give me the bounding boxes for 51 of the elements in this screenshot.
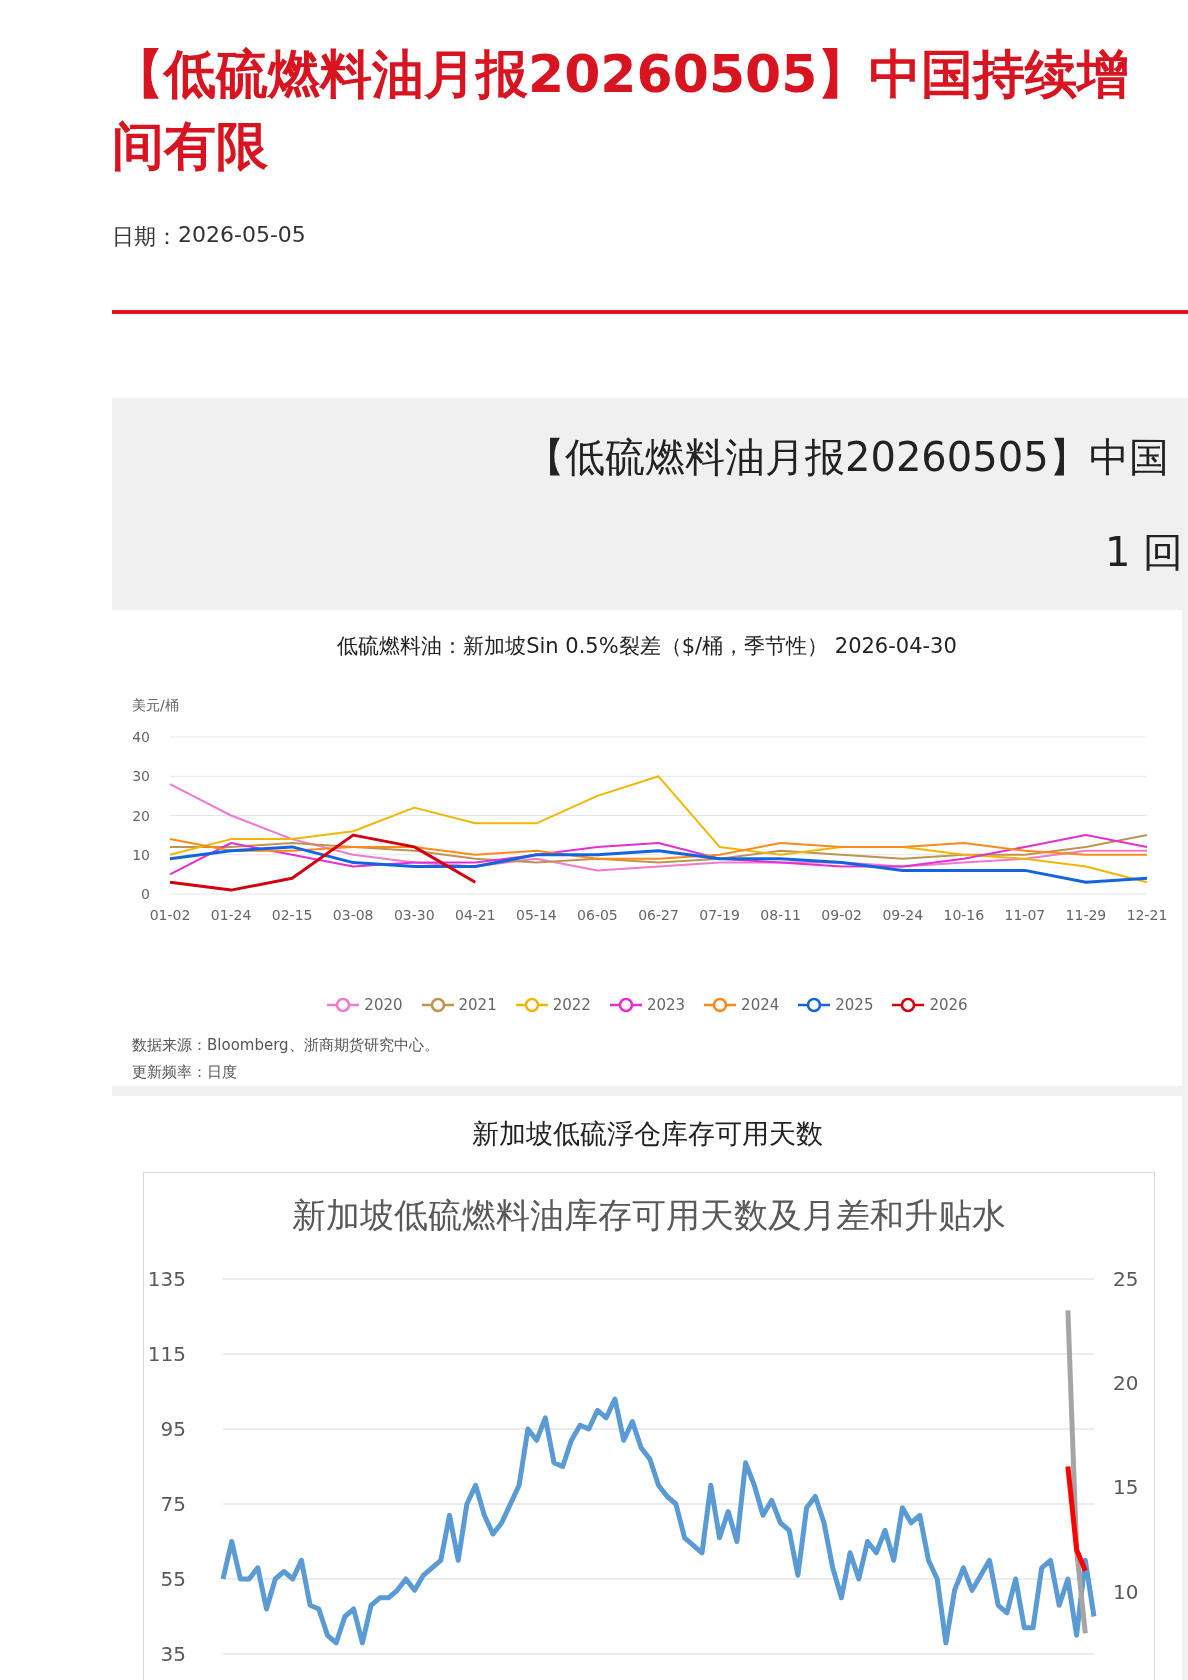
axis-tick: 06-27 (638, 907, 679, 923)
chart-caption: 新加坡低硫浮仓库存可用天数 (470, 1117, 824, 1151)
axis-tick: 02-15 (271, 907, 313, 923)
axis-tick: 11-29 (1065, 907, 1107, 923)
legend-item[interactable]: 2025 (797, 996, 874, 1014)
axis-tick: 30 (132, 768, 150, 785)
axis-tick: 05-14 (516, 907, 557, 923)
axis-tick: 03-30 (393, 907, 435, 923)
axis-tick: 75 (160, 1492, 186, 1516)
axis-tick: 01-24 (210, 907, 252, 923)
axis-tick: 03-08 (332, 907, 374, 923)
axis-tick: 10 (132, 846, 150, 863)
update-frequency: 更新频率：日度 (132, 1063, 237, 1082)
axis-tick: 95 (160, 1417, 186, 1441)
banner-heading: 【低硫燃料油月报20260505】中国 (525, 433, 1169, 482)
axis-tick: 12-21 (1126, 907, 1168, 923)
legend-item[interactable]: 2023 (608, 996, 686, 1014)
axis-tick: 55 (160, 1567, 186, 1591)
axis-tick: 09-02 (821, 907, 863, 923)
axis-tick: 115 (147, 1342, 186, 1366)
date-label: 日期： (112, 223, 178, 251)
axis-tick: 40 (132, 729, 150, 745)
article-date: 2026-05-05 (178, 222, 306, 249)
axis-tick: 20 (132, 807, 150, 824)
axis-tick: 0 (141, 886, 150, 902)
legend-item[interactable]: 2021 (420, 996, 497, 1014)
axis-tick: 04-21 (454, 907, 496, 923)
axis-tick: 08-11 (760, 907, 801, 923)
axis-tick: 15 (1113, 1475, 1139, 1500)
axis-tick: 09-24 (882, 907, 924, 923)
axis-tick: 06-05 (577, 907, 618, 923)
axis-tick: 10-16 (943, 907, 985, 923)
legend-item[interactable]: 2022 (514, 996, 591, 1014)
legend-item[interactable]: 2020 (326, 996, 403, 1014)
axis-tick: 35 (160, 1642, 186, 1666)
axis-tick: 07-19 (699, 907, 740, 923)
article-title: 【低硫燃料油月报20260505】中国持续增 (112, 43, 1130, 106)
axis-tick: 10 (1113, 1579, 1139, 1604)
axis-tick: 11-07 (1004, 907, 1046, 923)
legend-item[interactable]: 2026 (891, 996, 968, 1014)
legend-item[interactable]: 2024 (703, 996, 780, 1014)
axis-tick: 01-02 (149, 907, 191, 923)
axis-unit: 美元/桶 (132, 697, 179, 713)
axis-tick: 135 (147, 1267, 186, 1291)
chart-title: 新加坡低硫燃料油库存可用天数及月差和升贴水 (291, 1194, 1007, 1237)
axis-tick: 25 (1113, 1267, 1139, 1291)
data-source: 数据来源：Bloomberg、浙商期货研究中心。 (132, 1036, 439, 1055)
article-title: 间有限 (112, 115, 268, 178)
axis-tick: 20 (1113, 1371, 1139, 1396)
banner-subheading: 1 回 (1105, 528, 1184, 577)
chart-caption: 低硫燃料油：新加坡Sin 0.5%裂差（$/桶，季节性） 2026-04-30 (336, 633, 958, 660)
